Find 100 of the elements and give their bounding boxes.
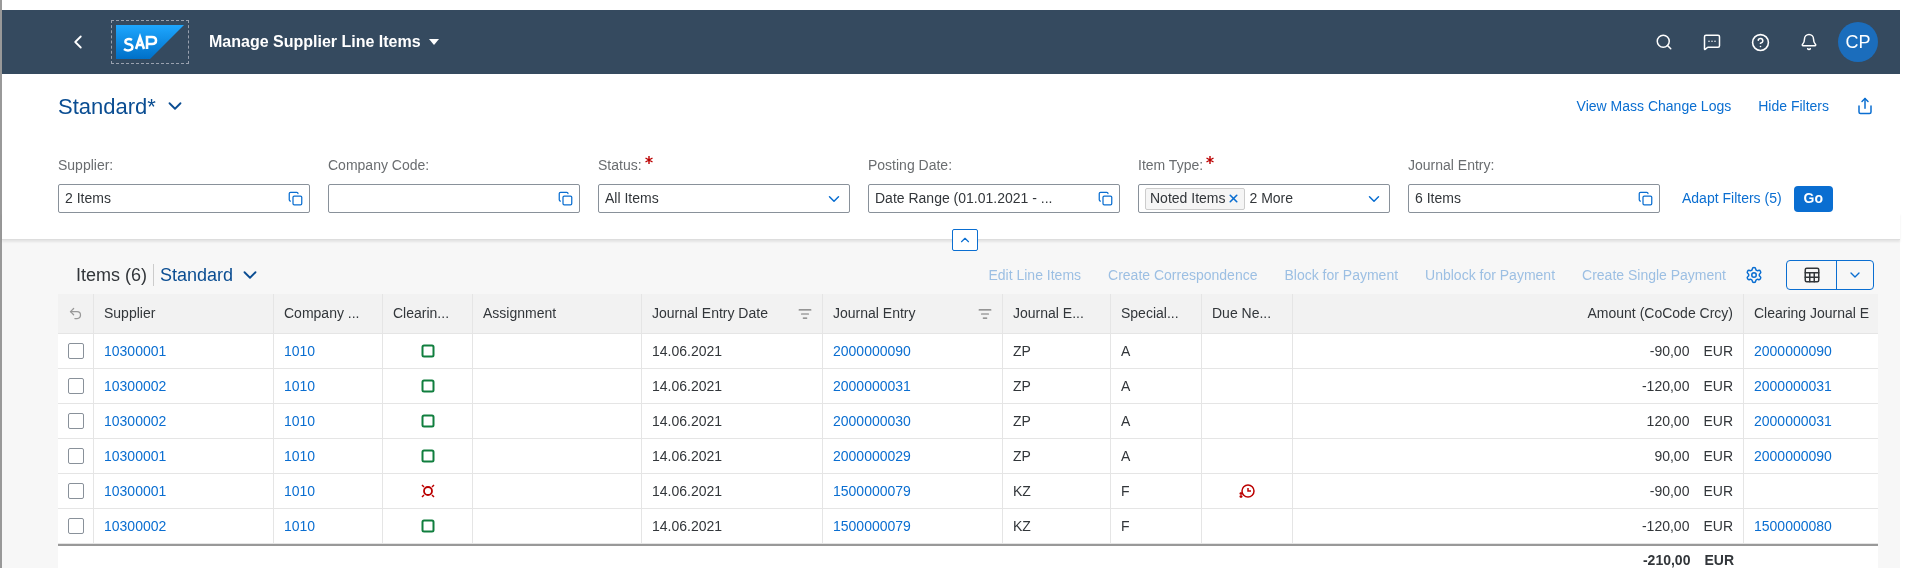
currency-cell-text: EUR <box>1703 411 1733 431</box>
spreadsheet-icon[interactable] <box>1802 266 1821 284</box>
column-header[interactable]: Amount (CoCode Crcy) <box>1587 303 1733 324</box>
feedback-icon[interactable] <box>1703 33 1721 51</box>
column-header[interactable]: Journal Entry Date <box>652 303 768 324</box>
supplier-link[interactable]: 10300001 <box>104 480 167 502</box>
search-icon[interactable] <box>1655 33 1673 51</box>
company-code-link[interactable]: 1010 <box>284 340 316 362</box>
date-cell-text: 14.06.2021 <box>652 516 723 536</box>
column-header[interactable]: Assignment <box>483 303 557 324</box>
journal-entry-link[interactable]: 2000000030 <box>833 410 911 432</box>
clearing-entry-link[interactable]: 2000000090 <box>1754 340 1832 362</box>
header-link[interactable]: View Mass Change Logs <box>1576 95 1732 117</box>
journal-entry-link[interactable]: 2000000029 <box>833 445 911 467</box>
column-header[interactable]: Journal Entry <box>833 303 916 324</box>
journal-entry-link[interactable]: 2000000031 <box>833 375 911 397</box>
value-help-icon[interactable] <box>558 191 573 207</box>
input-field[interactable]: 6 Items <box>1408 184 1660 214</box>
supplier-link[interactable]: 10300001 <box>104 445 167 467</box>
company-code-link[interactable]: 1010 <box>284 480 316 502</box>
input-field[interactable]: Noted Items 2 More <box>1138 184 1390 214</box>
header-link[interactable]: Hide Filters <box>1758 95 1829 117</box>
amount-cell-text: -90,00 <box>1649 481 1690 501</box>
variant-title[interactable]: Standard* <box>58 89 156 123</box>
adapt-filters-link[interactable]: Adapt Filters (5) <box>1682 188 1782 210</box>
field-value: All Items <box>605 189 659 209</box>
row-checkbox[interactable] <box>67 378 84 394</box>
clearing-entry-link[interactable]: 2000000031 <box>1754 410 1832 432</box>
type-cell-text: ZP <box>1013 446 1031 466</box>
dropdown-field[interactable]: All Items <box>598 184 850 214</box>
collapse-button[interactable] <box>952 229 978 252</box>
type-cell-text: ZP <box>1013 411 1031 431</box>
date-cell-text: 14.06.2021 <box>652 411 723 431</box>
export-button[interactable] <box>1786 260 1874 290</box>
supplier-link[interactable]: 10300002 <box>104 410 167 432</box>
total-amount: -210,00 <box>1642 551 1691 568</box>
table-variant[interactable]: Standard <box>160 261 234 289</box>
filter-label: Company Code: <box>328 156 430 176</box>
row-checkbox[interactable] <box>67 483 84 499</box>
supplier-link[interactable]: 10300002 <box>104 515 167 537</box>
row-checkbox[interactable] <box>67 343 84 359</box>
company-code-link[interactable]: 1010 <box>284 375 316 397</box>
column-header[interactable]: Clearin... <box>393 303 450 324</box>
help-icon[interactable] <box>1751 32 1770 52</box>
clearing-entry-link[interactable]: 2000000090 <box>1754 445 1832 467</box>
notification-icon[interactable] <box>1800 33 1818 51</box>
more-text[interactable]: 2 More <box>1249 188 1294 210</box>
row-checkbox[interactable] <box>67 518 84 534</box>
field-value: Date Range (01.01.2021 - ... <box>875 189 1053 209</box>
column-header[interactable]: Journal E... <box>1013 303 1084 324</box>
journal-entry-link[interactable]: 2000000090 <box>833 340 911 362</box>
undo-icon[interactable] <box>68 306 83 321</box>
filter-label: Item Type: <box>1138 156 1204 176</box>
value-help-icon[interactable] <box>1638 191 1653 207</box>
sort-icon[interactable] <box>798 306 812 321</box>
currency-cell-text: EUR <box>1703 481 1733 501</box>
share-icon[interactable] <box>1856 97 1874 115</box>
input-field[interactable] <box>328 184 580 214</box>
type-cell-text: ZP <box>1013 341 1031 361</box>
table-title: Items (6) <box>76 263 147 287</box>
column-header[interactable]: Company ... <box>284 303 360 324</box>
value-help-icon[interactable] <box>1098 191 1113 207</box>
column-header[interactable]: Due Ne... <box>1212 303 1272 324</box>
settings-icon[interactable] <box>1745 266 1763 284</box>
filter-label: Posting Date: <box>868 156 953 176</box>
company-code-link[interactable]: 1010 <box>284 515 316 537</box>
app-title[interactable]: Manage Supplier Line Items <box>209 30 421 54</box>
special-cell-text: A <box>1121 341 1131 361</box>
field-value: 2 Items <box>65 189 111 209</box>
currency-cell-text: EUR <box>1703 341 1733 361</box>
column-header[interactable]: Supplier <box>104 303 156 324</box>
value-help-icon[interactable] <box>288 191 303 207</box>
amount-cell-text: -120,00 <box>1641 376 1690 396</box>
filter-token[interactable]: Noted Items <box>1145 187 1246 210</box>
sap-logo[interactable] <box>111 20 189 64</box>
journal-entry-link[interactable]: 1500000079 <box>833 515 911 537</box>
amount-cell-text: -90,00 <box>1649 341 1690 361</box>
sort-icon[interactable] <box>978 306 992 321</box>
supplier-link[interactable]: 10300001 <box>104 340 167 362</box>
type-cell-text: KZ <box>1013 481 1031 501</box>
clearing-entry-link[interactable]: 2000000031 <box>1754 375 1832 397</box>
column-header[interactable]: Special... <box>1121 303 1179 324</box>
company-code-link[interactable]: 1010 <box>284 410 316 432</box>
supplier-link[interactable]: 10300002 <box>104 375 167 397</box>
logo-icon <box>116 25 184 59</box>
clearing-entry-link[interactable]: 1500000080 <box>1754 515 1832 537</box>
go-button[interactable]: Go <box>1793 185 1834 212</box>
filter-label: Status: <box>598 156 642 176</box>
company-code-link[interactable]: 1010 <box>284 445 316 467</box>
caret-icon[interactable] <box>428 39 439 45</box>
total-currency: EUR <box>1704 551 1734 568</box>
user-avatar[interactable]: CP <box>1838 22 1878 62</box>
currency-cell-text: EUR <box>1703 376 1733 396</box>
row-checkbox[interactable] <box>67 448 84 464</box>
input-field[interactable]: 2 Items <box>58 184 310 214</box>
journal-entry-link[interactable]: 1500000079 <box>833 480 911 502</box>
row-checkbox[interactable] <box>67 413 84 429</box>
filter-label: Supplier: <box>58 156 114 176</box>
column-header[interactable]: Clearing Journal E <box>1754 303 1870 324</box>
input-field[interactable]: Date Range (01.01.2021 - ... <box>868 184 1120 214</box>
